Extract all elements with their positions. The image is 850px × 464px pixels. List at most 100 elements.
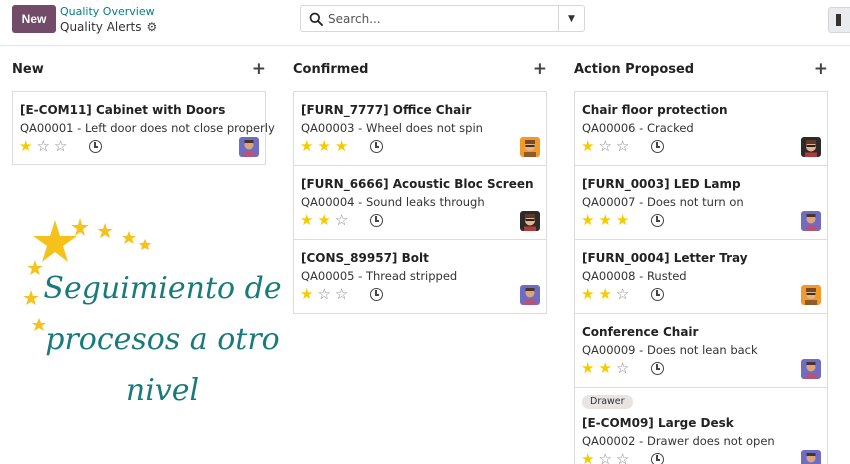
star-icon[interactable]: ☆ xyxy=(616,138,629,154)
avatar[interactable] xyxy=(520,137,540,157)
tag-badge: Drawer xyxy=(582,395,633,409)
clock-icon[interactable] xyxy=(370,214,383,227)
star-icon[interactable]: ☆ xyxy=(616,286,629,302)
star-icon[interactable]: ★ xyxy=(598,212,611,228)
star-icon[interactable]: ★ xyxy=(300,138,313,154)
card-description: QA00001 - Left door does not close prope… xyxy=(20,121,275,135)
column-header: New + xyxy=(12,55,266,85)
star-icon[interactable]: ★ xyxy=(317,138,330,154)
clock-icon[interactable] xyxy=(370,288,383,301)
breadcrumb-quality-overview[interactable]: Quality Overview xyxy=(60,5,155,18)
promo-line-3: nivel xyxy=(125,373,200,408)
kanban-card[interactable]: [FURN_7777] Office Chair QA00003 - Wheel … xyxy=(293,91,547,166)
kanban-card[interactable]: [FURN_0004] Letter Tray QA00008 - Rusted ★… xyxy=(574,239,828,314)
star-icon[interactable]: ☆ xyxy=(335,212,348,228)
star-icon[interactable]: ★ xyxy=(335,138,348,154)
star-icon[interactable]: ☆ xyxy=(36,138,49,154)
card-title: Conference Chair xyxy=(582,325,699,339)
avatar[interactable] xyxy=(801,285,821,305)
promo-overlay: Seguimiento de procesos a otro nivel xyxy=(0,215,290,435)
star-icon[interactable]: ★ xyxy=(19,138,32,154)
add-card-icon[interactable]: + xyxy=(252,59,266,79)
priority-stars: ★ ★ ☆ xyxy=(300,212,348,228)
priority-stars: ★ ☆ ☆ xyxy=(300,286,348,302)
priority-stars: ★ ★ ★ xyxy=(581,212,629,228)
page-title: Quality Alerts ⚙ xyxy=(60,20,157,34)
star-icon[interactable]: ☆ xyxy=(616,451,629,464)
avatar[interactable] xyxy=(239,137,259,157)
card-title: [FURN_7777] Office Chair xyxy=(301,103,472,117)
kanban-column-action-proposed: Action Proposed + xyxy=(574,55,828,85)
avatar[interactable] xyxy=(520,211,540,231)
star-icon[interactable]: ★ xyxy=(598,286,611,302)
kanban-card[interactable]: [FURN_6666] Acoustic Bloc Screen QA00004 … xyxy=(293,165,547,240)
star-icon[interactable]: ★ xyxy=(581,286,594,302)
kanban-view-button[interactable] xyxy=(828,7,850,33)
clock-icon[interactable] xyxy=(651,214,664,227)
clock-icon[interactable] xyxy=(651,453,664,464)
avatar[interactable] xyxy=(801,359,821,379)
star-icon[interactable]: ★ xyxy=(300,286,313,302)
kanban-card[interactable]: [E-COM11] Cabinet with Doors QA00001 - Le… xyxy=(12,91,275,165)
page-title-text: Quality Alerts xyxy=(60,20,142,34)
card-description: QA00008 - Rusted xyxy=(582,269,687,283)
caret-down-icon: ▼ xyxy=(568,13,575,24)
star-icon[interactable]: ★ xyxy=(581,451,594,464)
star-icon[interactable]: ☆ xyxy=(598,138,611,154)
card-title: [FURN_6666] Acoustic Bloc Screen xyxy=(301,177,534,191)
star-icon[interactable]: ★ xyxy=(317,212,330,228)
star-icon[interactable]: ★ xyxy=(581,360,594,376)
kanban-card[interactable]: Conference Chair QA00009 - Does not lean … xyxy=(574,313,828,388)
clock-icon[interactable] xyxy=(370,140,383,153)
star-icon[interactable]: ☆ xyxy=(598,451,611,464)
card-description: QA00004 - Sound leaks through xyxy=(301,195,485,209)
priority-stars: ★ ☆ ☆ xyxy=(581,451,629,464)
avatar[interactable] xyxy=(520,285,540,305)
priority-stars: ★ ★ ★ xyxy=(300,138,348,154)
star-icon[interactable]: ☆ xyxy=(335,286,348,302)
card-description: QA00003 - Wheel does not spin xyxy=(301,121,483,135)
star-icon[interactable]: ★ xyxy=(300,212,313,228)
card-title: [FURN_0004] Letter Tray xyxy=(582,251,748,265)
promo-line-1: Seguimiento de xyxy=(43,271,282,306)
star-icon[interactable]: ★ xyxy=(581,138,594,154)
card-title: [CONS_89957] Bolt xyxy=(301,251,429,265)
gear-icon[interactable]: ⚙ xyxy=(147,20,158,34)
priority-stars: ★ ☆ ☆ xyxy=(581,138,629,154)
kanban-card[interactable]: Drawer [E-COM09] Large Desk QA00002 - Draw… xyxy=(574,387,828,464)
avatar[interactable] xyxy=(801,450,821,464)
search-bar: ▼ xyxy=(300,5,585,32)
avatar[interactable] xyxy=(801,211,821,231)
kanban-card[interactable]: Chair floor protection QA00006 - Cracked ★… xyxy=(574,91,828,166)
card-description: QA00009 - Does not lean back xyxy=(582,343,758,357)
search-icon xyxy=(309,12,323,26)
priority-stars: ★ ★ ☆ xyxy=(581,286,629,302)
column-title: New xyxy=(12,62,44,77)
star-icon[interactable]: ☆ xyxy=(54,138,67,154)
column-title: Action Proposed xyxy=(574,62,695,77)
add-card-icon[interactable]: + xyxy=(814,59,828,79)
clock-icon[interactable] xyxy=(651,288,664,301)
priority-stars: ★ ★ ☆ xyxy=(581,360,629,376)
card-title: Chair floor protection xyxy=(582,103,728,117)
kanban-card[interactable]: [CONS_89957] Bolt QA00005 - Thread stripp… xyxy=(293,239,547,314)
priority-stars: ★ ☆ ☆ xyxy=(19,138,67,154)
add-card-icon[interactable]: + xyxy=(533,59,547,79)
star-icon[interactable]: ☆ xyxy=(616,360,629,376)
clock-icon[interactable] xyxy=(651,140,664,153)
clock-icon[interactable] xyxy=(651,362,664,375)
column-title: Confirmed xyxy=(293,62,369,77)
clock-icon[interactable] xyxy=(89,140,102,153)
search-input[interactable] xyxy=(328,9,558,29)
control-panel: New Quality Overview Quality Alerts ⚙ ▼ xyxy=(0,0,850,46)
column-header: Confirmed + xyxy=(293,55,547,85)
avatar[interactable] xyxy=(801,137,821,157)
star-icon[interactable]: ★ xyxy=(581,212,594,228)
new-button[interactable]: New xyxy=(12,5,56,33)
search-options-toggle[interactable]: ▼ xyxy=(558,6,584,31)
kanban-card[interactable]: [FURN_0003] LED Lamp QA00007 - Does not t… xyxy=(574,165,828,240)
star-icon[interactable]: ★ xyxy=(616,212,629,228)
star-icon[interactable]: ☆ xyxy=(317,286,330,302)
star-icon[interactable]: ★ xyxy=(598,360,611,376)
card-title: [E-COM09] Large Desk xyxy=(582,416,734,430)
